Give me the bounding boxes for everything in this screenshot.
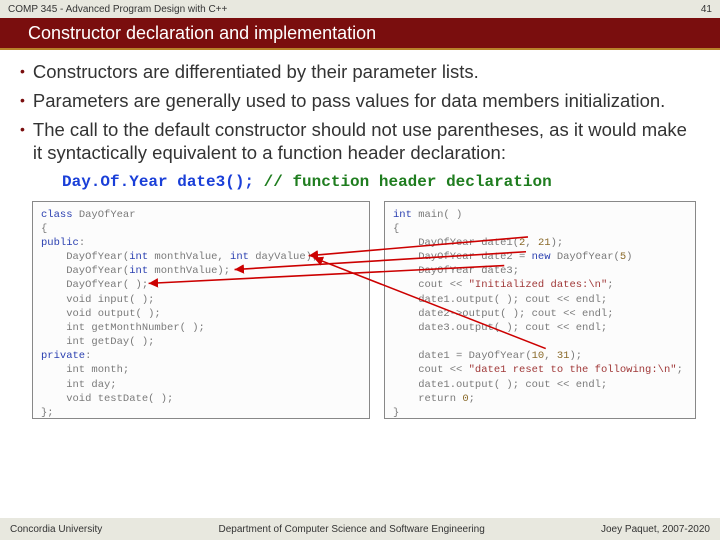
bullet-dot-icon: • — [20, 60, 25, 83]
bullet-text: The call to the default constructor shou… — [33, 118, 700, 164]
inline-code-example: Day.Of.Year date3(); // function header … — [62, 173, 700, 191]
code-figures: class DayOfYear { public: DayOfYear(int … — [32, 201, 688, 426]
footer-right: Joey Paquet, 2007-2020 — [601, 524, 710, 535]
top-header-bar: COMP 345 - Advanced Program Design with … — [0, 0, 720, 18]
footer-bar: Concordia University Department of Compu… — [0, 518, 720, 540]
title-bar: Constructor declaration and implementati… — [0, 18, 720, 50]
left-code-box: class DayOfYear { public: DayOfYear(int … — [32, 201, 370, 419]
slide-title: Constructor declaration and implementati… — [28, 23, 376, 44]
bullet-item: • Constructors are differentiated by the… — [20, 60, 700, 83]
right-code-box: int main( ) { DayOfYear date1(2, 21); Da… — [384, 201, 696, 419]
bullet-dot-icon: • — [20, 89, 25, 112]
footer-left: Concordia University — [10, 524, 102, 535]
bullet-dot-icon: • — [20, 118, 25, 164]
content-area: • Constructors are differentiated by the… — [0, 50, 720, 540]
bullet-text: Constructors are differentiated by their… — [33, 60, 479, 83]
page-number: 41 — [701, 4, 712, 15]
course-label: COMP 345 - Advanced Program Design with … — [8, 4, 227, 15]
footer-center: Department of Computer Science and Softw… — [219, 524, 485, 535]
bullet-item: • Parameters are generally used to pass … — [20, 89, 700, 112]
code-stmt: Day.Of.Year date3(); — [62, 173, 254, 191]
bullet-item: • The call to the default constructor sh… — [20, 118, 700, 164]
bullet-text: Parameters are generally used to pass va… — [33, 89, 665, 112]
code-comment: // function header declaration — [264, 173, 552, 191]
slide: COMP 345 - Advanced Program Design with … — [0, 0, 720, 540]
